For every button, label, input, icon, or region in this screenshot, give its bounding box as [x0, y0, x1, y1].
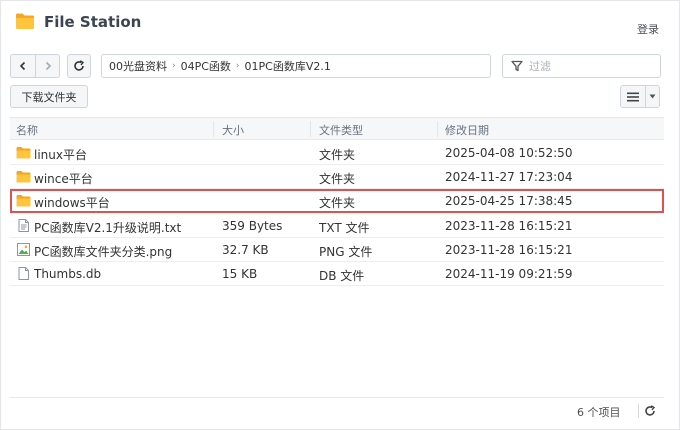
login-link[interactable]: 登录 — [637, 21, 659, 37]
file-modified: 2025-04-25 17:38:45 — [445, 194, 573, 208]
chevron-right-icon — [45, 61, 51, 71]
filter-icon — [511, 60, 523, 72]
folder-icon — [16, 171, 31, 183]
item-count: 6 个项目 — [577, 406, 621, 419]
blank-file-icon — [18, 267, 29, 280]
folder-icon — [16, 147, 31, 159]
folder-icon — [16, 195, 31, 207]
file-size: 15 KB — [222, 267, 258, 281]
file-name: Thumbs.db — [34, 267, 102, 281]
file-modified: 2025-04-08 10:52:50 — [445, 146, 573, 160]
table-row[interactable]: Thumbs.db 15 KB DB 文件 2024-11-19 09:21:5… — [10, 262, 664, 286]
file-type: 文件夹 — [319, 172, 356, 186]
column-divider[interactable] — [310, 121, 311, 137]
filter-box — [502, 54, 661, 78]
column-divider[interactable] — [437, 121, 438, 137]
file-modified: 2024-11-19 09:21:59 — [445, 267, 573, 281]
file-name: windows平台 — [34, 196, 110, 210]
status-divider — [638, 404, 639, 418]
file-type: TXT 文件 — [319, 221, 370, 235]
breadcrumb-item[interactable]: 00光盘资料 — [109, 58, 167, 74]
list-header: 名称 大小 文件类型 修改日期 — [10, 117, 664, 140]
breadcrumb-item-current[interactable]: 01PC函数库V2.1 — [245, 58, 331, 74]
file-name: linux平台 — [34, 148, 87, 162]
download-folder-button[interactable]: 下载文件夹 — [10, 85, 88, 108]
file-modified: 2024-11-27 17:23:04 — [445, 170, 573, 184]
view-mode-main[interactable] — [621, 86, 647, 107]
table-row[interactable]: PC函数库V2.1升级说明.txt 359 Bytes TXT 文件 2023-… — [10, 214, 664, 238]
breadcrumb-separator-icon: › — [235, 61, 240, 71]
refresh-icon — [74, 60, 85, 71]
file-size: 359 Bytes — [222, 219, 283, 233]
file-size: 32.7 KB — [222, 243, 269, 257]
breadcrumb: 00光盘资料 › 04PC函数 › 01PC函数库V2.1 — [101, 54, 491, 78]
list-view-icon — [627, 92, 640, 101]
column-header-modified[interactable]: 修改日期 — [445, 122, 489, 138]
table-row[interactable]: PC函数库文件夹分类.png 32.7 KB PNG 文件 2023-11-28… — [10, 238, 664, 262]
chevron-left-icon — [19, 61, 26, 71]
file-type: 文件夹 — [319, 148, 356, 162]
table-row[interactable]: linux平台 文件夹 2025-04-08 10:52:50 — [10, 141, 664, 165]
caret-down-icon — [649, 94, 656, 99]
column-header-type[interactable]: 文件类型 — [319, 122, 363, 138]
file-name: PC函数库文件夹分类.png — [34, 245, 173, 259]
column-divider[interactable] — [213, 121, 214, 137]
column-header-name[interactable]: 名称 — [16, 122, 38, 138]
history-nav — [10, 54, 60, 78]
view-mode-caret[interactable] — [646, 86, 659, 107]
table-row-selected[interactable]: windows平台 文件夹 2025-04-25 17:38:45 — [10, 189, 664, 213]
status-bar: 6 个项目 — [10, 397, 664, 423]
breadcrumb-item[interactable]: 04PC函数 — [181, 58, 231, 74]
file-modified: 2023-11-28 16:15:21 — [445, 219, 573, 233]
refresh-button[interactable] — [67, 54, 91, 78]
column-header-size[interactable]: 大小 — [222, 122, 244, 138]
table-row[interactable]: wince平台 文件夹 2024-11-27 17:23:04 — [10, 165, 664, 189]
filter-input[interactable] — [529, 59, 649, 73]
title-bar: File Station 登录 — [1, 1, 680, 43]
back-button[interactable] — [11, 55, 35, 77]
image-file-icon — [17, 243, 30, 256]
refresh-icon — [645, 405, 656, 416]
file-station-window: File Station 登录 00光盘资料 › 04PC函数 › 01PC函数… — [0, 0, 680, 430]
file-modified: 2023-11-28 16:15:21 — [445, 243, 573, 257]
forward-button[interactable] — [35, 55, 59, 77]
breadcrumb-separator-icon: › — [172, 61, 176, 71]
file-type: PNG 文件 — [319, 245, 373, 259]
file-type: 文件夹 — [319, 196, 356, 210]
file-name: PC函数库V2.1升级说明.txt — [34, 221, 182, 235]
view-mode-button[interactable] — [620, 85, 660, 108]
app-title: File Station — [44, 13, 142, 31]
file-name: wince平台 — [34, 172, 93, 186]
folder-app-icon — [16, 13, 34, 29]
text-file-icon — [18, 219, 29, 232]
status-refresh-button[interactable] — [642, 403, 658, 419]
file-list: 名称 大小 文件类型 修改日期 linux平台 文件夹 2025-04-08 1… — [10, 117, 664, 297]
file-type: DB 文件 — [319, 269, 365, 283]
